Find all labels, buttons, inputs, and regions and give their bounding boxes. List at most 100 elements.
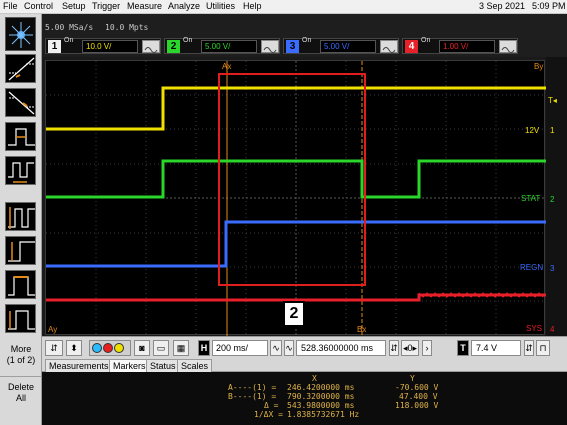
menu-trigger[interactable]: Trigger: [92, 1, 120, 11]
delay-more-button[interactable]: ›: [422, 340, 432, 356]
marker-delta-x: 543.9800000 ms: [287, 401, 355, 410]
top-base-icon: [8, 276, 35, 296]
channel-3-scale[interactable]: 5.00 V/: [320, 40, 376, 53]
menu-analyze[interactable]: Analyze: [168, 1, 200, 11]
marker-inverse-label: 1/ΔX =: [254, 410, 283, 419]
channel-3-control[interactable]: 3 On 5.00 V/: [283, 37, 399, 54]
trace-label-12v: 12V: [525, 126, 540, 135]
delete-all-button[interactable]: Delete All: [0, 376, 42, 410]
tab-scales[interactable]: Scales: [177, 359, 213, 372]
trace-label-regn: REGN: [520, 263, 543, 272]
rising-ramp-tool[interactable]: [5, 54, 36, 83]
channel-2-control[interactable]: 2 On 5.00 V/: [164, 37, 280, 54]
clear-icon: ▭: [156, 343, 166, 353]
menu-measure[interactable]: Measure: [127, 1, 162, 11]
updown-small-icon: ⇵: [390, 343, 398, 353]
tab-status[interactable]: Status: [146, 359, 180, 372]
delay-scroll-button[interactable]: ⇵: [389, 340, 399, 356]
rising-edge-icon: ⊓: [539, 343, 547, 353]
display-button[interactable]: ▦: [173, 340, 189, 356]
marker-b-x: 790.3200000 ms: [287, 392, 355, 401]
menu-help[interactable]: Help: [243, 1, 262, 11]
nav-icon: ◂0▸: [402, 343, 418, 353]
menu-utilities[interactable]: Utilities: [206, 1, 235, 11]
channel-4-control[interactable]: 4 On 1.00 V/: [402, 37, 518, 54]
delay-field[interactable]: 528.36000000 ms: [296, 340, 386, 356]
color-dots-icon: [92, 343, 124, 353]
more-label: More: [10, 344, 32, 354]
menu-control[interactable]: Control: [24, 1, 53, 11]
markers-header-x: X: [312, 374, 317, 383]
horizontal-icon: H: [198, 340, 210, 356]
stepper-button[interactable]: ⬍: [66, 340, 82, 356]
channel-2-state: On: [183, 37, 193, 44]
falling-ramp-icon: [8, 91, 35, 115]
wave-small-icon: ∿: [272, 343, 280, 353]
channel-1-scale[interactable]: 10.0 V/: [82, 40, 138, 53]
time-display: 5:09 PM: [532, 1, 566, 11]
overshoot-tool[interactable]: [5, 202, 36, 231]
page-label: (1 of 2): [6, 355, 36, 365]
clear-button[interactable]: ▭: [153, 340, 169, 356]
channel-bar: 5.00 MSa/s 10.0 Mpts 1 On 10.0 V/ 2 On 5…: [42, 14, 567, 57]
cursor-by-label: By: [534, 62, 543, 71]
updown-icon: ⇵: [50, 343, 58, 353]
chevron-right-icon: ›: [425, 343, 429, 353]
top-base-tool[interactable]: [5, 270, 36, 299]
trigger-slope-button[interactable]: ⊓: [536, 340, 550, 356]
marker-delta-y: 118.000 V: [395, 401, 439, 410]
channel-4-marker: 4: [550, 325, 555, 334]
tab-bar: Measurements Markers Status Scales: [42, 358, 567, 372]
marker-inverse-x: 1.8385732671 Hz: [287, 410, 360, 419]
trigger-arrow-icon: T◂: [548, 96, 557, 105]
timebase-scroll-button[interactable]: ∿: [270, 340, 282, 356]
trigger-level-field[interactable]: 7.4 V: [471, 340, 521, 356]
markers-header-y: Y: [410, 374, 415, 383]
marker-a-label: A----(1) =: [228, 383, 277, 392]
tab-measurements[interactable]: Measurements: [45, 359, 113, 372]
marker-b-label: B----(1) =: [228, 392, 277, 401]
trigger-scroll-button[interactable]: ⇵: [524, 340, 534, 356]
overshoot-icon: [8, 207, 35, 229]
menu-setup[interactable]: Setup: [62, 1, 86, 11]
menu-bar: File Control Setup Trigger Measure Analy…: [0, 0, 567, 14]
scroll-updown-button[interactable]: ⇵: [45, 340, 63, 356]
date-display: 3 Sep 2021: [479, 1, 526, 11]
sample-rate: 5.00 MSa/s: [45, 23, 94, 32]
color-picker[interactable]: [89, 340, 131, 356]
rise-time-tool[interactable]: [5, 304, 36, 333]
pulse-width-icon: [8, 128, 35, 146]
falling-ramp-tool[interactable]: [5, 88, 36, 117]
channel-1-state: On: [64, 37, 74, 44]
channel-4-number: 4: [405, 40, 418, 53]
channel-2-marker: 2: [550, 195, 555, 204]
cursor-ay-label: Ay: [48, 325, 57, 334]
delete-label: Delete: [7, 382, 34, 392]
amplitude-icon: [8, 241, 35, 262]
channel-4-wave-icon: [499, 40, 517, 53]
marker-a-y: -70.600 V: [395, 383, 439, 392]
period-tool[interactable]: [5, 156, 36, 185]
channel-1-marker: 1: [550, 126, 555, 135]
channel-1-control[interactable]: 1 On 10.0 V/: [45, 37, 161, 54]
left-toolbar: More (1 of 2) Delete All: [0, 14, 42, 425]
camera-icon: ◙: [139, 343, 145, 353]
marker-b-y: 47.400 V: [399, 392, 438, 401]
markers-panel: X Y A----(1) = 246.4200000 ms -70.600 V …: [42, 372, 567, 425]
timebase-field[interactable]: 200 ms/: [212, 340, 268, 356]
camera-button[interactable]: ◙: [134, 340, 150, 356]
more-button[interactable]: More (1 of 2): [0, 344, 42, 366]
menu-file[interactable]: File: [3, 1, 18, 11]
channel-1-wave-icon: [142, 40, 160, 53]
delay-nav-button[interactable]: ◂0▸: [401, 340, 419, 356]
channel-3-state: On: [302, 37, 312, 44]
tab-markers[interactable]: Markers: [109, 359, 150, 372]
pulse-width-tool[interactable]: [5, 122, 36, 151]
amplitude-tool[interactable]: [5, 236, 36, 265]
rise-time-icon: [8, 310, 35, 330]
delay-adjust-button[interactable]: ∿: [284, 340, 294, 356]
memory-depth: 10.0 Mpts: [105, 23, 149, 32]
keysight-logo-button[interactable]: [5, 17, 36, 51]
channel-4-scale[interactable]: 1.00 V/: [439, 40, 495, 53]
channel-2-scale[interactable]: 5.00 V/: [201, 40, 257, 53]
